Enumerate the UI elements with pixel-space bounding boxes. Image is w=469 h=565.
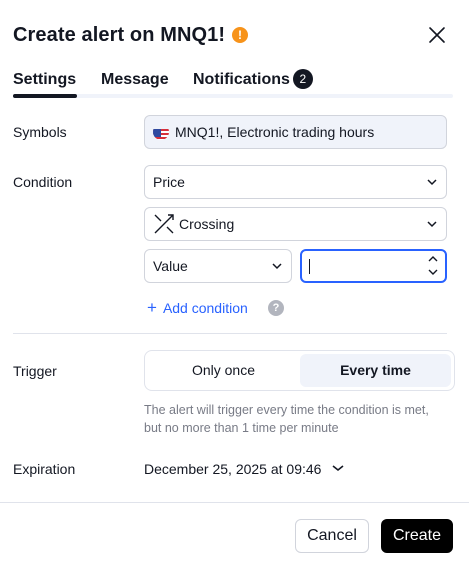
section-divider — [13, 333, 447, 334]
condition-operator-value: Crossing — [179, 216, 235, 232]
crossing-icon — [154, 214, 174, 234]
cancel-button[interactable]: Cancel — [295, 519, 369, 553]
trigger-segmented-control: Only once Every time — [144, 350, 455, 391]
expiration-value: December 25, 2025 at 09:46 — [144, 461, 322, 477]
tab-message[interactable]: Message — [101, 69, 169, 91]
notifications-count-badge: 2 — [292, 69, 313, 89]
operand-value-input[interactable] — [300, 249, 447, 283]
add-condition-button[interactable]: + Add condition — [147, 299, 248, 317]
dialog-title: Create alert on MNQ1! — [13, 24, 226, 46]
increment-icon[interactable] — [427, 254, 439, 263]
expiration-picker[interactable]: December 25, 2025 at 09:46 — [144, 460, 345, 478]
close-icon[interactable] — [426, 24, 448, 46]
text-caret — [309, 259, 310, 274]
create-button[interactable]: Create — [381, 519, 453, 553]
trigger-label: Trigger — [13, 363, 57, 379]
condition-source-value: Price — [153, 174, 185, 190]
symbols-label: Symbols — [13, 124, 67, 140]
us-flag-icon — [153, 124, 169, 140]
condition-operator-select[interactable]: Crossing — [144, 207, 447, 241]
chevron-down-icon — [272, 263, 282, 270]
operand-type-value: Value — [153, 258, 188, 274]
tab-track — [13, 94, 453, 98]
operand-type-select[interactable]: Value — [144, 249, 292, 283]
symbols-value: MNQ1!, Electronic trading hours — [175, 124, 375, 140]
warning-icon[interactable]: ! — [232, 27, 248, 43]
footer-divider — [0, 502, 469, 503]
trigger-option-only-once[interactable]: Only once — [148, 354, 299, 387]
condition-label: Condition — [13, 174, 73, 190]
tab-notifications-label: Notifications — [193, 71, 290, 88]
symbols-field: MNQ1!, Electronic trading hours — [144, 115, 447, 149]
tab-bar: Settings Message Notifications 2 — [13, 67, 453, 98]
dialog-header: Create alert on MNQ1! ! — [13, 22, 453, 48]
active-tab-indicator — [13, 94, 77, 98]
tab-notifications[interactable]: Notifications 2 — [193, 69, 313, 91]
chevron-down-icon — [332, 465, 344, 472]
condition-source-select[interactable]: Price — [144, 165, 447, 199]
add-condition-label: Add condition — [162, 300, 248, 316]
chevron-down-icon — [427, 179, 437, 186]
expiration-label: Expiration — [13, 461, 76, 477]
trigger-option-every-time[interactable]: Every time — [300, 354, 451, 387]
chevron-down-icon — [427, 221, 437, 228]
plus-icon: + — [147, 298, 157, 317]
decrement-icon[interactable] — [427, 268, 439, 277]
trigger-hint: The alert will trigger every time the co… — [144, 403, 429, 435]
help-icon[interactable]: ? — [268, 300, 284, 316]
tab-settings[interactable]: Settings — [13, 69, 76, 91]
